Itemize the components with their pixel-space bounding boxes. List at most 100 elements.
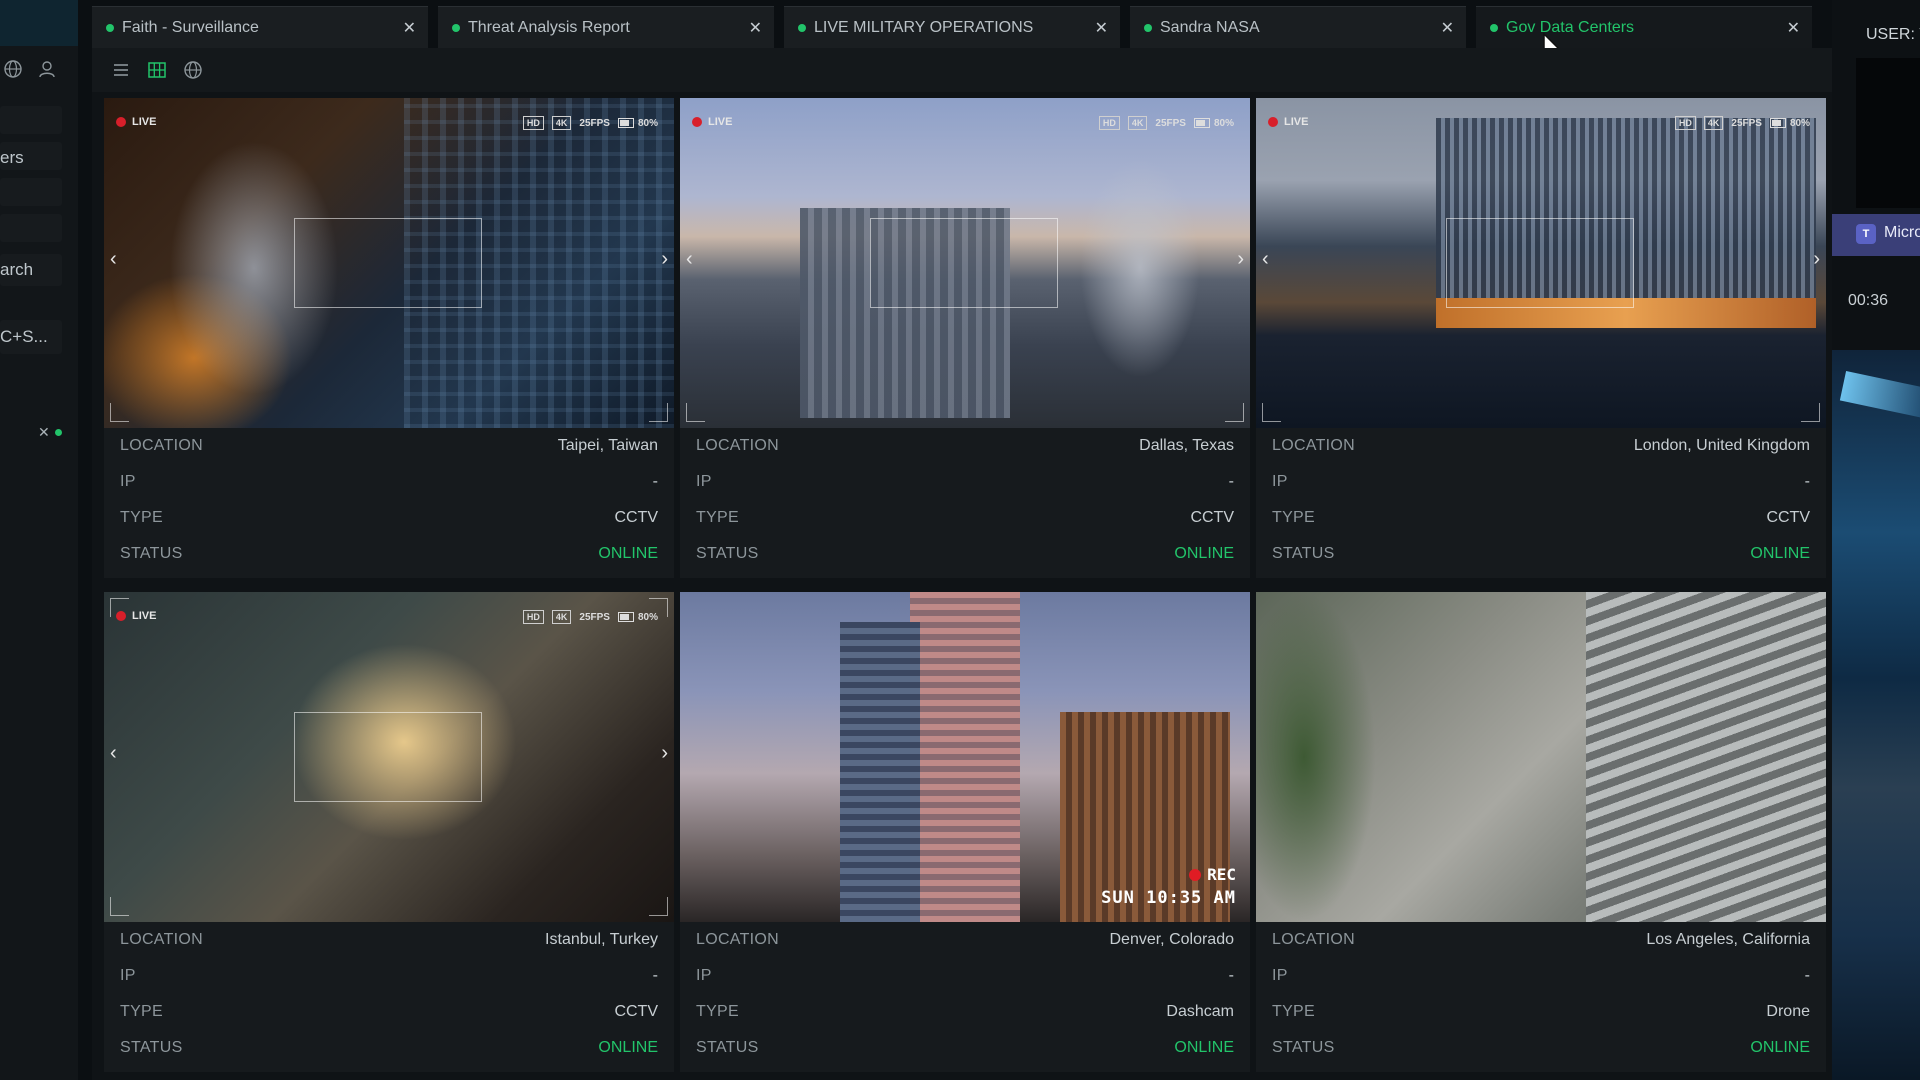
battery-label: 80% xyxy=(637,117,658,129)
ip-key: IP xyxy=(696,473,712,490)
battery-indicator: 80% xyxy=(617,117,658,129)
close-icon[interactable]: ✕ xyxy=(749,18,762,38)
tower-center xyxy=(840,622,920,922)
status-row: STATUS ONLINE xyxy=(120,1030,658,1066)
feed-info: LOCATION London, United Kingdom IP - TYPE C… xyxy=(1256,428,1826,578)
resolution-badge: 4K xyxy=(551,610,572,624)
ip-value: - xyxy=(1228,473,1234,490)
location-key: LOCATION xyxy=(696,437,780,454)
close-icon[interactable]: ✕ xyxy=(1441,18,1454,38)
live-label: LIVE xyxy=(132,610,157,622)
feed-badges: HD 4K 25FPS 80% xyxy=(1098,116,1234,130)
close-icon[interactable]: ✕ xyxy=(403,18,416,38)
battery-indicator: 80% xyxy=(1769,117,1810,129)
rail-item-blank-3[interactable] xyxy=(0,214,62,242)
next-chevron-icon[interactable]: › xyxy=(1813,248,1820,271)
hd-badge: HD xyxy=(522,610,544,624)
prev-chevron-icon[interactable]: ‹ xyxy=(686,248,693,271)
call-timer: 00:36 xyxy=(1848,292,1889,309)
close-icon[interactable]: ✕ xyxy=(38,424,50,441)
tab-label: Threat Analysis Report xyxy=(468,18,630,36)
camera-card[interactable]: LIVE HD 4K 25FPS 80% ‹ › LOCATION Dallas,… xyxy=(680,98,1250,578)
close-icon[interactable]: ✕ xyxy=(1095,18,1108,38)
tab-label: Faith - Surveillance xyxy=(122,18,259,36)
type-row: TYPE Drone xyxy=(1272,994,1810,1030)
feed-info: LOCATION Dallas, Texas IP - TYPE CCTV STATU… xyxy=(680,428,1250,578)
next-chevron-icon[interactable]: › xyxy=(661,248,668,271)
ip-value: - xyxy=(652,473,658,490)
camera-feed[interactable]: REC SUN 10:35 AM xyxy=(680,592,1250,922)
battery-icon xyxy=(617,612,634,622)
frame-corner xyxy=(1801,403,1820,422)
location-row: LOCATION Dallas, Texas xyxy=(696,428,1234,464)
globe-icon[interactable] xyxy=(2,58,24,80)
frame-corner xyxy=(649,403,668,422)
camera-card[interactable]: REC SUN 10:35 AM LOCATION Denver, Colorad… xyxy=(680,592,1250,1072)
prev-chevron-icon[interactable]: ‹ xyxy=(1262,248,1269,271)
globe-view-icon[interactable] xyxy=(182,59,204,81)
location-value: Los Angeles, California xyxy=(1646,931,1810,948)
status-value: ONLINE xyxy=(598,545,658,562)
camera-feed[interactable] xyxy=(1256,592,1826,922)
teams-icon: T xyxy=(1856,224,1876,244)
location-row: LOCATION Denver, Colorado xyxy=(696,922,1234,958)
rec-dot-icon xyxy=(1268,117,1278,127)
ip-key: IP xyxy=(120,473,136,490)
battery-label: 80% xyxy=(1789,117,1810,129)
ip-value: - xyxy=(652,967,658,984)
camera-card[interactable]: LIVE HD 4K 25FPS 80% ‹ › LOCATION London,… xyxy=(1256,98,1826,578)
rail-item-label: C+S... xyxy=(0,327,48,346)
location-key: LOCATION xyxy=(120,437,204,454)
camera-feed[interactable]: LIVE HD 4K 25FPS 80% ‹ › xyxy=(104,592,674,922)
location-row: LOCATION Istanbul, Turkey xyxy=(120,922,658,958)
camera-feed[interactable]: LIVE HD 4K 25FPS 80% ‹ › xyxy=(104,98,674,428)
location-row: LOCATION London, United Kingdom xyxy=(1272,428,1810,464)
tab-status-dot xyxy=(1490,23,1498,32)
ip-key: IP xyxy=(1272,473,1288,490)
live-label: LIVE xyxy=(132,116,157,128)
tower-left xyxy=(910,592,1020,922)
location-value: Istanbul, Turkey xyxy=(545,931,658,948)
close-icon[interactable]: ✕ xyxy=(1787,18,1800,38)
next-chevron-icon[interactable]: › xyxy=(661,742,668,765)
feed-badges: HD 4K 25FPS 80% xyxy=(1674,116,1810,130)
location-row: LOCATION Los Angeles, California xyxy=(1272,922,1810,958)
tab-label: Sandra NASA xyxy=(1160,18,1260,36)
camera-card[interactable]: LIVE HD 4K 25FPS 80% ‹ › LOCATION Taipei,… xyxy=(104,98,674,578)
camera-card[interactable]: LIVE HD 4K 25FPS 80% ‹ › LOCATION Istanbu… xyxy=(104,592,674,1072)
live-label: LIVE xyxy=(1284,116,1309,128)
type-value: CCTV xyxy=(1190,509,1234,526)
tab-threat-analysis[interactable]: Threat Analysis Report ✕ xyxy=(438,6,774,48)
camera-card[interactable]: LOCATION Los Angeles, California IP - TYPE… xyxy=(1256,592,1826,1072)
ip-value: - xyxy=(1804,473,1810,490)
frame-corner xyxy=(110,897,129,916)
camera-feed[interactable]: LIVE HD 4K 25FPS 80% ‹ › xyxy=(1256,98,1826,428)
status-key: STATUS xyxy=(1272,545,1335,562)
status-row: STATUS ONLINE xyxy=(1272,1030,1810,1066)
rail-item-blank-2[interactable] xyxy=(0,178,62,206)
fps-label: 25FPS xyxy=(579,611,610,623)
prev-chevron-icon[interactable]: ‹ xyxy=(110,742,117,765)
feed-info: LOCATION Istanbul, Turkey IP - TYPE CCTV ST… xyxy=(104,922,674,1072)
rail-item-blank-1[interactable] xyxy=(0,106,62,134)
camera-feed[interactable]: LIVE HD 4K 25FPS 80% ‹ › xyxy=(680,98,1250,428)
location-key: LOCATION xyxy=(696,931,780,948)
next-chevron-icon[interactable]: › xyxy=(1237,248,1244,271)
status-key: STATUS xyxy=(696,545,759,562)
grid-view-icon[interactable] xyxy=(146,59,168,81)
tab-live-military[interactable]: LIVE MILITARY OPERATIONS ✕ xyxy=(784,6,1120,48)
battery-label: 80% xyxy=(1213,117,1234,129)
tab-faith-surveillance[interactable]: Faith - Surveillance ✕ xyxy=(92,6,428,48)
tab-gov-data-centers[interactable]: Gov Data Centers ✕ xyxy=(1476,6,1812,48)
type-key: TYPE xyxy=(120,509,163,526)
tab-sandra-nasa[interactable]: Sandra NASA ✕ xyxy=(1130,6,1466,48)
status-row: STATUS ONLINE xyxy=(696,536,1234,572)
rec-dot-icon xyxy=(116,117,126,127)
prev-chevron-icon[interactable]: ‹ xyxy=(110,248,117,271)
feed-badges: HD 4K 25FPS 80% xyxy=(522,610,658,624)
user-icon[interactable] xyxy=(36,58,58,80)
list-view-icon[interactable] xyxy=(110,59,132,81)
feed-info: LOCATION Denver, Colorado IP - TYPE Dashcam… xyxy=(680,922,1250,1072)
ip-row: IP - xyxy=(1272,958,1810,994)
rail-search-label: arch xyxy=(0,260,34,279)
